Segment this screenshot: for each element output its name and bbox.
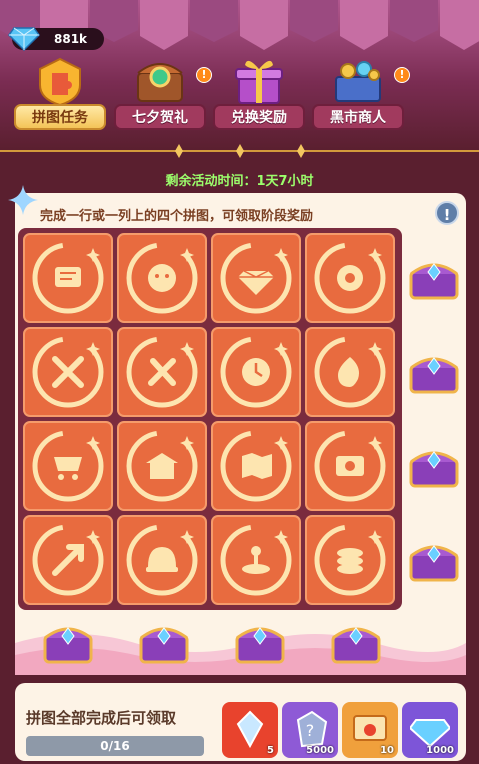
tab-label: 七夕贺礼 bbox=[114, 104, 206, 130]
puzzle-tile[interactable] bbox=[305, 515, 395, 605]
progress-bar: 0/16 bbox=[26, 736, 204, 756]
puzzle-tile[interactable] bbox=[305, 421, 395, 511]
tab-bar: 拼图任务 ! 七夕贺礼 兑换奖励 ! 黑市商人 bbox=[14, 55, 464, 130]
puzzle-tile[interactable] bbox=[211, 327, 301, 417]
reward-count: 5 bbox=[267, 745, 274, 756]
puzzle-tile[interactable] bbox=[23, 515, 113, 605]
temple-icon bbox=[126, 430, 198, 502]
reward-item[interactable]: 10 bbox=[342, 702, 398, 758]
tab-black-market[interactable]: ! 黑市商人 bbox=[312, 55, 410, 130]
info-button[interactable]: ! bbox=[435, 201, 459, 225]
puzzle-tile[interactable] bbox=[211, 515, 301, 605]
map-icon bbox=[220, 430, 292, 502]
gift-box-icon bbox=[235, 60, 283, 104]
row-reward-chest-icon[interactable] bbox=[407, 256, 461, 302]
diamond-icon bbox=[410, 719, 450, 748]
puzzle-tile[interactable] bbox=[23, 421, 113, 511]
reward-item[interactable]: 5 bbox=[222, 702, 278, 758]
column-reward-chest-icon[interactable] bbox=[329, 620, 383, 666]
reward-count: 10 bbox=[380, 745, 394, 756]
envelope-icon bbox=[353, 715, 387, 741]
puzzle-tile[interactable] bbox=[305, 233, 395, 323]
event-timer: 剩余活动时间：1天7小时 bbox=[165, 174, 314, 189]
clock-icon bbox=[220, 336, 292, 408]
row-reward-chest-icon[interactable] bbox=[407, 444, 461, 490]
tab-qixi-gift[interactable]: ! 七夕贺礼 bbox=[114, 55, 212, 130]
puzzle-tile[interactable] bbox=[211, 233, 301, 323]
chat-icon bbox=[32, 242, 104, 314]
arrow-icon bbox=[32, 524, 104, 596]
reward-count: 5000 bbox=[306, 745, 334, 756]
column-reward-chest-icon[interactable] bbox=[41, 620, 95, 666]
joystick-icon bbox=[220, 524, 292, 596]
tools-icon bbox=[126, 336, 198, 408]
treasure-chest-icon bbox=[137, 63, 183, 102]
tab-exchange-reward[interactable]: 兑换奖励 bbox=[213, 55, 305, 130]
gold-divider bbox=[0, 144, 479, 158]
notification-badge: ! bbox=[394, 67, 410, 83]
question-stone-icon: ? bbox=[296, 710, 328, 748]
ticket-icon bbox=[314, 430, 386, 502]
fire-icon bbox=[314, 336, 386, 408]
reward-count: 1000 bbox=[426, 745, 454, 756]
reward-item[interactable]: 1000 bbox=[402, 702, 458, 758]
notification-badge: ! bbox=[196, 67, 212, 83]
crystal-icon bbox=[236, 710, 264, 748]
tab-label: 拼图任务 bbox=[14, 104, 106, 130]
tab-label: 兑换奖励 bbox=[213, 104, 305, 130]
tab-label: 黑市商人 bbox=[312, 104, 404, 130]
puzzle-tile[interactable] bbox=[23, 327, 113, 417]
tab-puzzle-task[interactable]: 拼图任务 bbox=[14, 55, 106, 130]
row-reward-chest-icon[interactable] bbox=[407, 538, 461, 584]
puzzle-tile[interactable] bbox=[117, 515, 207, 605]
face-icon bbox=[126, 242, 198, 314]
swords-icon bbox=[32, 336, 104, 408]
column-reward-chest-icon[interactable] bbox=[233, 620, 287, 666]
flower-icon bbox=[314, 242, 386, 314]
instruction-text: 完成一行或一列上的四个拼图，可领取阶段奖励 bbox=[40, 209, 314, 224]
cart-icon bbox=[32, 430, 104, 502]
puzzle-tile[interactable] bbox=[305, 327, 395, 417]
sparkle-icon bbox=[8, 185, 38, 215]
currency-display[interactable]: 881k bbox=[8, 27, 104, 52]
merchant-chest-icon bbox=[335, 61, 381, 102]
helmet-icon bbox=[126, 524, 198, 596]
final-reward-title: 拼图全部完成后可领取 bbox=[26, 709, 177, 727]
diamond-icon bbox=[220, 242, 292, 314]
puzzle-tile[interactable] bbox=[117, 327, 207, 417]
diamond-icon bbox=[8, 27, 40, 52]
column-reward-chest-icon[interactable] bbox=[137, 620, 191, 666]
currency-amount: 881k bbox=[54, 32, 88, 46]
row-reward-chest-icon[interactable] bbox=[407, 350, 461, 396]
coins-icon bbox=[314, 524, 386, 596]
puzzle-badge-icon bbox=[39, 57, 81, 107]
puzzle-tile[interactable] bbox=[117, 421, 207, 511]
reward-item[interactable]: ? 5000 bbox=[282, 702, 338, 758]
puzzle-tile[interactable] bbox=[117, 233, 207, 323]
svg-text:?: ? bbox=[306, 721, 315, 740]
puzzle-tile[interactable] bbox=[23, 233, 113, 323]
puzzle-tile[interactable] bbox=[211, 421, 301, 511]
